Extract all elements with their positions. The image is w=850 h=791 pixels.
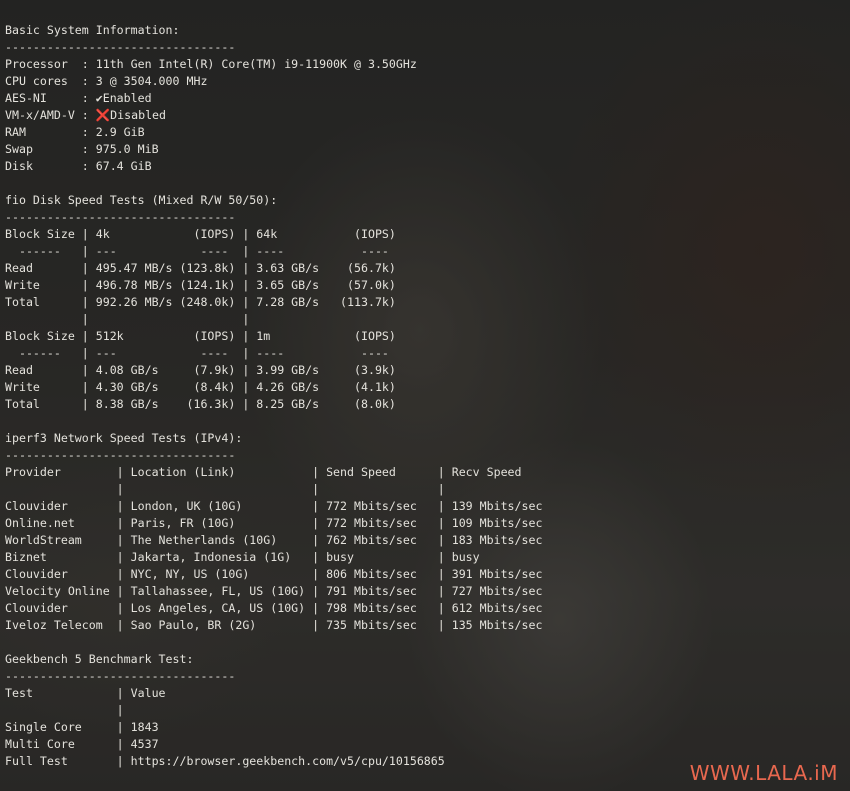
terminal-line: Basic System Information: (5, 23, 180, 37)
terminal-line: Total | 8.38 GB/s (16.3k) | 8.25 GB/s (8… (5, 397, 396, 411)
terminal-line: Full Test | https://browser.geekbench.co… (5, 754, 445, 768)
terminal-line: Single Core | 1843 (5, 720, 159, 734)
terminal-line: Online.net | Paris, FR (10G) | 772 Mbits… (5, 516, 543, 530)
terminal-line: Read | 4.08 GB/s (7.9k) | 3.99 GB/s (3.9… (5, 363, 396, 377)
terminal-line: ------ | --- ---- | ---- ---- (5, 244, 389, 258)
terminal-line: Write | 4.30 GB/s (8.4k) | 4.26 GB/s (4.… (5, 380, 396, 394)
terminal-line: CPU cores : 3 @ 3504.000 MHz (5, 74, 208, 88)
terminal-line: --------------------------------- (5, 669, 236, 683)
terminal-line: Geekbench 5 Benchmark Test: (5, 652, 194, 666)
terminal-line: Clouvider | London, UK (10G) | 772 Mbits… (5, 499, 543, 513)
terminal-line: --------------------------------- (5, 448, 236, 462)
terminal-line: AES-NI : ✔Enabled (5, 91, 152, 105)
terminal-line: Block Size | 512k (IOPS) | 1m (IOPS) (5, 329, 396, 343)
terminal-line: | | | (5, 482, 445, 496)
terminal-line: VM-x/AMD-V : ❌Disabled (5, 108, 167, 122)
terminal-line: --------------------------------- (5, 210, 236, 224)
terminal-line: fio Disk Speed Tests (Mixed R/W 50/50): (5, 193, 278, 207)
terminal-line: Swap : 975.0 MiB (5, 142, 159, 156)
terminal-line: Clouvider | Los Angeles, CA, US (10G) | … (5, 601, 543, 615)
terminal-line: Provider | Location (Link) | Send Speed … (5, 465, 522, 479)
terminal-line: WorldStream | The Netherlands (10G) | 76… (5, 533, 543, 547)
terminal-line: Disk : 67.4 GiB (5, 159, 152, 173)
terminal-line: RAM : 2.9 GiB (5, 125, 145, 139)
terminal-line: Block Size | 4k (IOPS) | 64k (IOPS) (5, 227, 396, 241)
terminal-line: | | (5, 312, 250, 326)
terminal-line: Total | 992.26 MB/s (248.0k) | 7.28 GB/s… (5, 295, 396, 309)
terminal-line: --------------------------------- (5, 40, 236, 54)
terminal-line: ------ | --- ---- | ---- ---- (5, 346, 389, 360)
terminal-line: Read | 495.47 MB/s (123.8k) | 3.63 GB/s … (5, 261, 396, 275)
terminal-line: Velocity Online | Tallahassee, FL, US (1… (5, 584, 543, 598)
terminal-line: Iveloz Telecom | Sao Paulo, BR (2G) | 73… (5, 618, 543, 632)
terminal-line: Write | 496.78 MB/s (124.1k) | 3.65 GB/s… (5, 278, 396, 292)
terminal-line: Processor : 11th Gen Intel(R) Core(TM) i… (5, 57, 417, 71)
terminal-line: Test | Value (5, 686, 166, 700)
terminal-line: Multi Core | 4537 (5, 737, 159, 751)
terminal-line: | (5, 703, 124, 717)
terminal-output: Basic System Information: ---------------… (5, 22, 542, 770)
terminal-line: Clouvider | NYC, NY, US (10G) | 806 Mbit… (5, 567, 543, 581)
terminal-line: Biznet | Jakarta, Indonesia (1G) | busy … (5, 550, 480, 564)
terminal-line: iperf3 Network Speed Tests (IPv4): (5, 431, 243, 445)
watermark: WWW.LALA.iM (689, 761, 838, 785)
